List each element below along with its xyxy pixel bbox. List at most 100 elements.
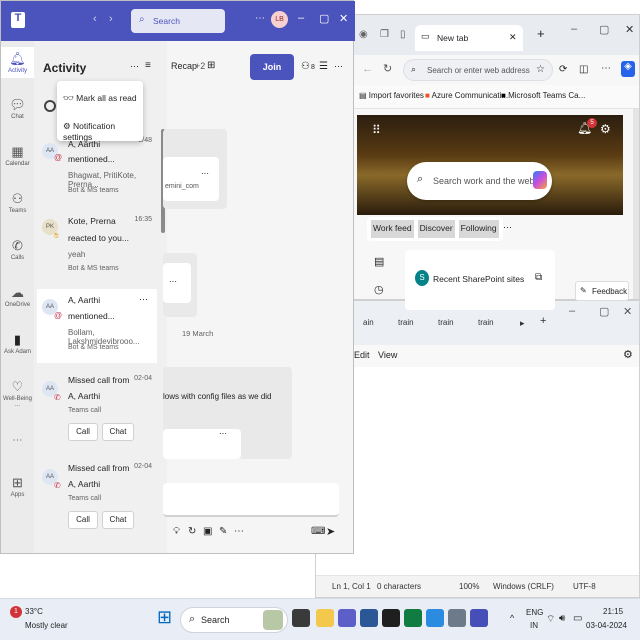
extensions-icon[interactable]: ⟳ <box>559 64 567 75</box>
maximize-icon[interactable]: ▢ <box>319 12 329 25</box>
notepad-app-icon[interactable] <box>404 609 422 627</box>
activity-item[interactable]: PK ✋︎ Kote, Prerna reacted to you... yea… <box>34 211 160 283</box>
language[interactable]: ENG <box>526 608 543 617</box>
filter-icon[interactable]: ≡ <box>145 60 151 71</box>
call-button[interactable]: Call <box>68 511 98 529</box>
attachment-card[interactable]: emini_com ⋯ <box>163 157 219 201</box>
outlook-icon[interactable] <box>360 609 378 627</box>
more-options-icon[interactable]: ⋯ <box>130 61 139 72</box>
new-tab-icon[interactable]: + <box>537 26 545 41</box>
clock-icon[interactable]: ◷ <box>374 283 384 296</box>
settings-gear-icon[interactable]: ⚙ <box>623 348 633 361</box>
maximize-icon[interactable]: ▢ <box>599 23 609 36</box>
send-icon[interactable]: ➤ <box>326 525 335 538</box>
back-icon[interactable]: ‹ <box>93 13 97 25</box>
tab-actions-icon[interactable]: ▯ <box>400 29 406 40</box>
clock-time[interactable]: 21:15 <box>603 607 623 616</box>
tab-work-feed[interactable]: Work feed <box>371 220 414 238</box>
windows-start-icon[interactable]: ⊞ <box>157 607 172 628</box>
tab-discover[interactable]: Discover <box>417 220 455 238</box>
chevron-up-icon[interactable]: ^ <box>510 613 514 623</box>
close-icon[interactable]: ✕ <box>623 305 632 318</box>
sharepoint-card[interactable]: S Recent SharePoint sites ⧉ <box>405 250 555 310</box>
split-screen-icon[interactable]: ◫ <box>579 64 588 75</box>
scrollbar[interactable] <box>633 109 639 299</box>
maximize-icon[interactable]: ▢ <box>599 305 609 318</box>
toggle-icon[interactable] <box>44 100 56 112</box>
weather-description[interactable]: Mostly clear <box>25 621 68 630</box>
edit-icon[interactable]: ✎ <box>219 526 227 537</box>
line-endings[interactable]: Windows (CRLF) <box>493 582 554 591</box>
activity-item[interactable]: AA ✆ Missed call from A, Aarthi Teams ca… <box>34 459 160 539</box>
rail-item-activity[interactable]: 🔔︎ Activity <box>1 47 34 78</box>
menu-edit[interactable]: Edit <box>354 350 370 360</box>
rail-item-calls[interactable]: ✆ Calls <box>1 238 34 261</box>
more-options-icon[interactable]: ⋯ <box>169 277 177 286</box>
apps-launcher-icon[interactable]: ⠿ <box>372 123 381 137</box>
notepad-tab[interactable]: train <box>398 318 414 327</box>
message-compose-box[interactable] <box>163 483 339 517</box>
favorites-item[interactable]: ■ Azure Communicati... <box>425 91 508 100</box>
more-apps-icon[interactable]: ⋯ <box>1 435 34 446</box>
back-icon[interactable]: ← <box>362 63 373 75</box>
minimize-icon[interactable]: – <box>569 305 575 317</box>
activity-item[interactable]: AA @ A, Aarthi mentioned... Bollam, Laks… <box>37 289 157 363</box>
feed-more-icon[interactable]: ⋯ <box>503 222 512 233</box>
activity-item[interactable]: AA ✆ Missed call from A, Aarthi Teams ca… <box>34 371 160 451</box>
call-button[interactable]: Call <box>68 423 98 441</box>
wifi-icon[interactable]: ⌔ <box>546 613 555 626</box>
more-options-icon[interactable]: ⋯ <box>255 13 265 24</box>
rail-item-chat[interactable]: 💬︎ Chat <box>1 97 34 120</box>
participants-icon[interactable]: ⚇ <box>301 61 310 72</box>
tab-following[interactable]: Following <box>458 220 499 238</box>
forward-icon[interactable]: › <box>109 13 113 25</box>
list-icon[interactable]: ☰ <box>319 61 328 72</box>
copilot-sidebar-icon[interactable]: ◈ <box>621 61 635 77</box>
close-icon[interactable]: ✕ <box>339 12 348 25</box>
app-icon[interactable] <box>448 609 466 627</box>
attach-icon[interactable]: ▣ <box>203 526 212 537</box>
bulb-icon[interactable]: 💡︎ <box>173 526 180 537</box>
more-options-icon[interactable]: ⋯ <box>219 429 227 438</box>
edge-icon[interactable] <box>426 609 444 627</box>
tab-new-tab[interactable]: ▭ New tab ✕ <box>415 25 523 51</box>
more-options-icon[interactable]: ⋯ <box>201 169 209 178</box>
clock-date[interactable]: 03-04-2024 <box>586 621 627 630</box>
teams-search-box[interactable]: ⌕ Search <box>131 9 225 33</box>
terminal-icon[interactable] <box>382 609 400 627</box>
document-icon[interactable]: ▤ <box>374 255 384 268</box>
favorite-star-icon[interactable]: ☆ <box>536 64 545 75</box>
refresh-icon[interactable]: ↻ <box>383 62 392 75</box>
feedback-button[interactable]: ✎ Feedback <box>575 281 629 301</box>
rail-item-onedrive[interactable]: ☁ OneDrive <box>1 285 34 308</box>
minimize-icon[interactable]: – <box>298 12 304 24</box>
rail-item-calendar[interactable]: ▦ Calendar <box>1 144 34 167</box>
notepad-tab[interactable]: train <box>478 318 494 327</box>
notepad-text-area[interactable] <box>316 367 639 575</box>
workspaces-icon[interactable]: ❐ <box>380 29 389 40</box>
tab-scroll-right-icon[interactable]: ▸ <box>520 318 525 329</box>
teams-work-icon[interactable] <box>470 609 488 627</box>
file-explorer-icon[interactable] <box>316 609 334 627</box>
more-options-icon[interactable]: ⋯ <box>234 526 244 537</box>
teams-app-icon[interactable] <box>338 609 356 627</box>
rail-item-apps[interactable]: ⊞ Apps <box>1 475 34 498</box>
page-settings-icon[interactable]: ⚙ <box>600 122 611 136</box>
close-icon[interactable]: ✕ <box>625 23 634 36</box>
menu-item-notification-settings[interactable]: ⚙ Notification settings <box>63 121 143 142</box>
encoding[interactable]: UTF-8 <box>573 582 596 591</box>
zoom-level[interactable]: 100% <box>459 582 479 591</box>
new-tab-icon[interactable]: + <box>540 315 546 327</box>
join-button[interactable]: Join <box>250 54 294 80</box>
recap-label[interactable]: Recap <box>171 61 197 71</box>
profile-icon[interactable]: ◉ <box>359 29 368 40</box>
web-search-box[interactable]: ⌕ Search work and the web <box>407 162 552 200</box>
avatar[interactable]: LB <box>271 11 288 28</box>
add-icon[interactable]: ⊞ <box>207 60 215 71</box>
rail-item-well-being[interactable]: ♡ Well-Being ... <box>1 379 34 408</box>
activity-item[interactable]: AA @ A, Aarthi mentioned... Bhagwat, Pri… <box>34 133 160 205</box>
more-menu-icon[interactable]: ⋯ <box>601 63 611 74</box>
format-icon[interactable]: ⌨ <box>311 526 325 537</box>
rail-item-ask-adam[interactable]: ▮ Ask Adam <box>1 332 34 355</box>
region[interactable]: IN <box>530 621 538 630</box>
